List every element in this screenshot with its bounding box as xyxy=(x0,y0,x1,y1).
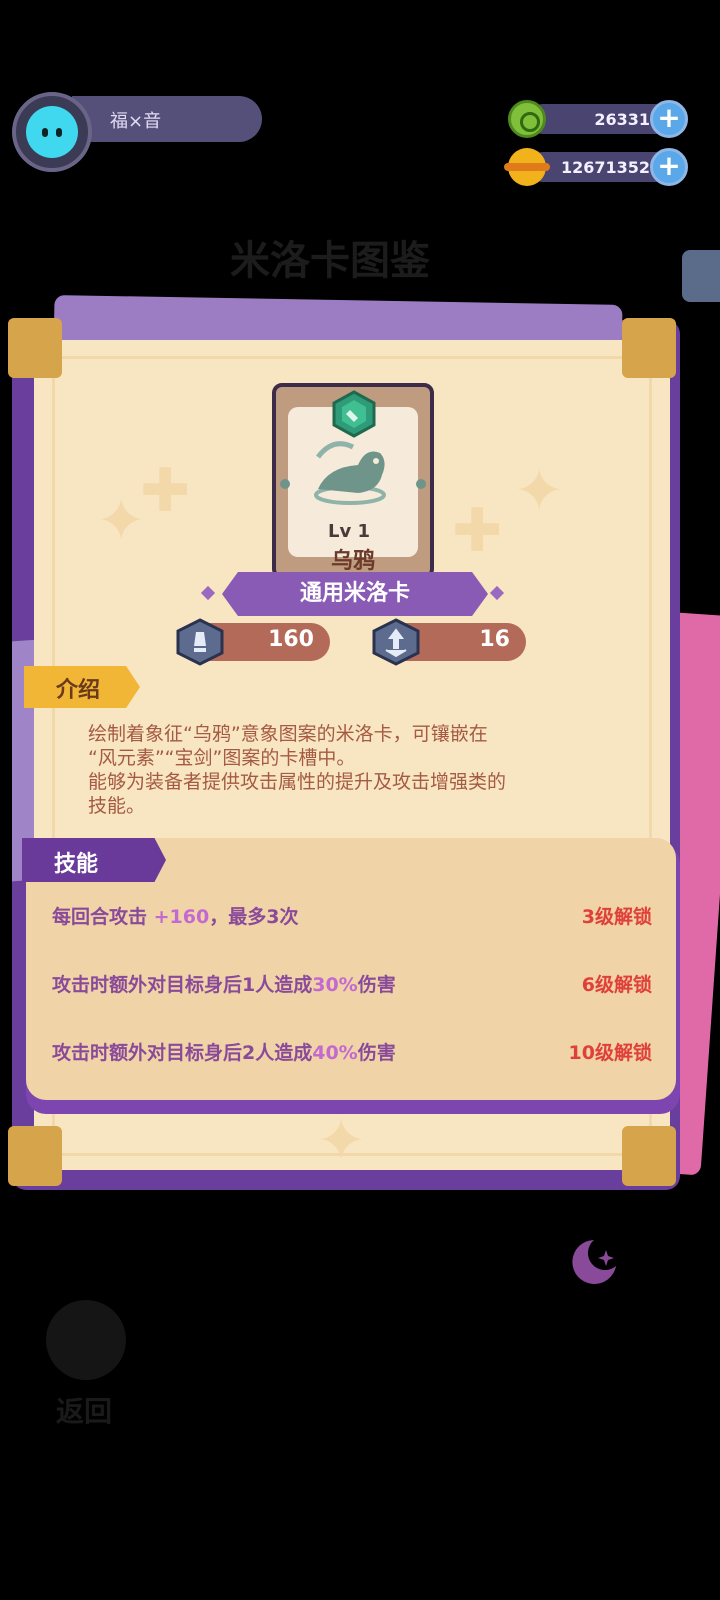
attack-icon xyxy=(176,618,224,666)
intro-label: 介绍 xyxy=(56,678,101,703)
sparkle-icon: ✦ xyxy=(96,486,147,556)
currency-green: 26331 + xyxy=(508,100,688,138)
wind-element-icon xyxy=(332,390,376,438)
back-label: 返回 xyxy=(56,1395,113,1428)
defense-stat: 16 xyxy=(370,618,526,666)
green-coin-icon xyxy=(508,100,546,138)
background-title: 米洛卡图鉴 xyxy=(230,238,430,284)
intro-tag: 介绍 xyxy=(24,666,140,708)
skill-row: 每回合攻击 +160，最多3次 3级解锁 xyxy=(52,902,652,932)
player-name: 福×音 xyxy=(110,111,162,132)
corner-ornament xyxy=(8,318,62,378)
skill-description: 攻击时额外对目标身后1人造成30%伤害 xyxy=(52,974,396,996)
avatar xyxy=(26,106,78,158)
intro-description: 绘制着象征“乌鸦”意象图案的米洛卡，可镶嵌在 “风元素”“宝剑”图案的卡槽中。 … xyxy=(88,722,608,818)
corner-ornament xyxy=(8,1126,62,1186)
gold-planet-icon xyxy=(504,148,550,186)
sparkle-icon: ✦ xyxy=(514,456,565,526)
currency-gold-value: 12671352 xyxy=(560,158,650,177)
skills-label: 技能 xyxy=(54,852,99,877)
corner-ornament xyxy=(622,1126,676,1186)
skill-unlock-level: 10级解锁 xyxy=(568,1042,652,1064)
back-icon xyxy=(46,1300,126,1380)
intro-line: 绘制着象征“乌鸦”意象图案的米洛卡，可镶嵌在 xyxy=(88,723,488,745)
skill-row: 攻击时额外对目标身后1人造成30%伤害 6级解锁 xyxy=(52,970,652,1000)
add-green-coin-button[interactable]: + xyxy=(650,100,688,138)
skill-description: 攻击时额外对目标身后2人造成40%伤害 xyxy=(52,1042,396,1064)
card-level: Lv 1 xyxy=(328,521,370,542)
skill-row: 攻击时额外对目标身后2人造成40%伤害 10级解锁 xyxy=(52,1038,652,1068)
defense-icon xyxy=(372,618,420,666)
skills-tag: 技能 xyxy=(22,838,166,882)
defense-value: 16 xyxy=(479,627,510,652)
sparkle-icon: ✦ xyxy=(316,1106,367,1176)
card-type-banner: 通用米洛卡 xyxy=(222,572,488,616)
skill-unlock-level: 6级解锁 xyxy=(581,974,652,996)
skill-unlock-level: 3级解锁 xyxy=(581,906,652,928)
intro-line: 技能。 xyxy=(88,795,146,817)
currency-green-value: 26331 xyxy=(594,110,650,129)
sparkle-icon: ✚ xyxy=(452,496,503,566)
attack-value: 160 xyxy=(268,627,314,652)
attack-stat: 160 xyxy=(174,618,330,666)
back-button[interactable]: 返回 xyxy=(34,1300,144,1430)
intro-line: 能够为装备者提供攻击属性的提升及攻击增强类的 xyxy=(88,771,507,793)
skill-description: 每回合攻击 +160，最多3次 xyxy=(52,906,299,928)
intro-line: “风元素”“宝剑”图案的卡槽中。 xyxy=(88,747,356,769)
add-gold-button[interactable]: + xyxy=(650,148,688,186)
player-name-pill: 福×音 xyxy=(72,96,262,142)
moon-icon xyxy=(572,1240,616,1284)
avatar-frame[interactable] xyxy=(12,92,92,172)
card-name: 乌鸦 xyxy=(330,549,375,574)
player-profile[interactable]: 福×音 xyxy=(12,92,262,172)
sparkle-icon: ✚ xyxy=(140,456,191,526)
currency-gold: 12671352 + xyxy=(504,148,688,186)
clip-icon[interactable] xyxy=(682,250,720,302)
corner-ornament xyxy=(622,318,676,378)
